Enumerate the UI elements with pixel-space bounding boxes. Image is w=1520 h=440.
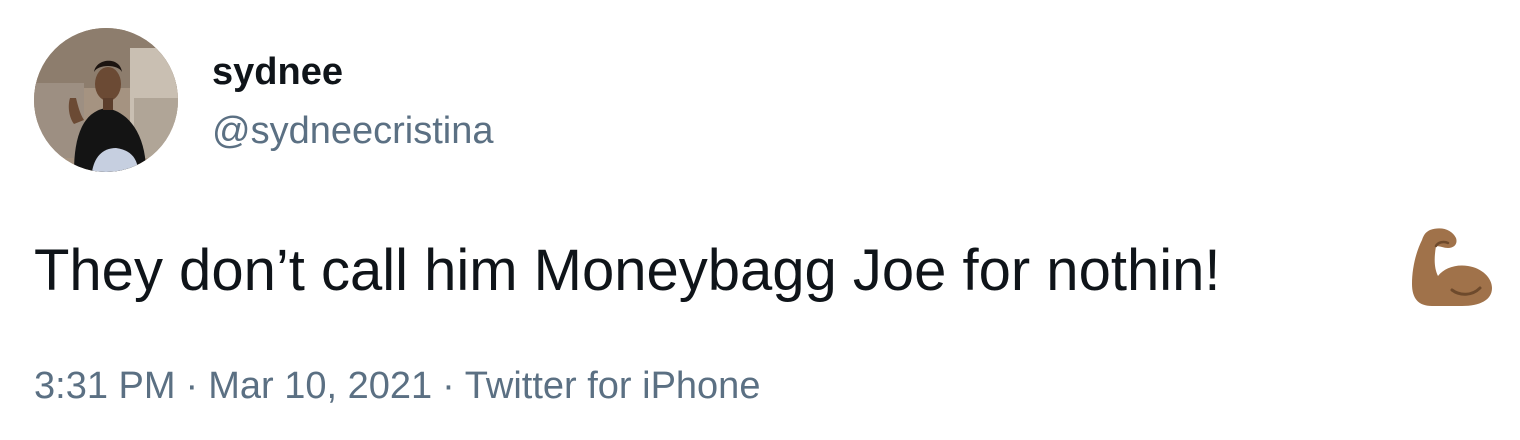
display-name[interactable]: sydnee bbox=[212, 48, 343, 96]
tweet-metadata: 3:31 PM · Mar 10, 2021 · Twitter for iPhone bbox=[34, 362, 760, 410]
user-handle[interactable]: @sydneecristina bbox=[212, 107, 493, 155]
tweet-source[interactable]: Twitter for iPhone bbox=[465, 365, 761, 407]
tweet-text: They don’t call him Moneybagg Joe for no… bbox=[34, 238, 1221, 303]
tweet-time[interactable]: 3:31 PM bbox=[34, 365, 176, 407]
profile-photo-icon bbox=[34, 28, 178, 172]
tweet-date[interactable]: Mar 10, 2021 bbox=[208, 365, 432, 407]
separator: · bbox=[442, 365, 455, 407]
tweet-card: sydnee @sydneecristina They don’t call h… bbox=[0, 0, 1520, 440]
flexed-biceps-icon bbox=[1412, 228, 1492, 306]
separator: · bbox=[185, 365, 199, 407]
avatar[interactable] bbox=[34, 28, 178, 172]
